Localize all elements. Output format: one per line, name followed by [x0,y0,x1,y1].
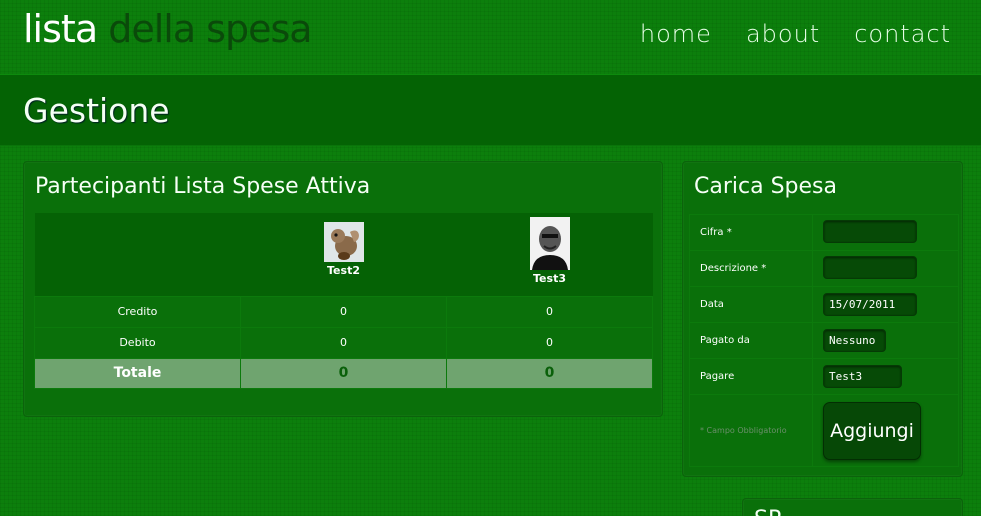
user-column-test2: Test2 [240,213,447,296]
user-name-test3: Test3 [533,272,566,285]
label-cifra: Cifra * [689,214,813,251]
nav-about[interactable]: about [746,20,820,48]
pagare-select[interactable]: Test3 [823,365,902,388]
page-title: Gestione [23,91,170,130]
form-row-cifra: Cifra * [689,214,959,251]
row-label-debito: Debito [34,326,241,359]
user-name-test2: Test2 [327,264,360,277]
label-data: Data [689,286,813,323]
main-nav: home about contact [640,20,951,48]
header-empty-cell [34,213,241,296]
total-row: Totale 0 0 [34,357,653,389]
table-header-row: Test2 Test3 [34,213,653,296]
debito-test3: 0 [446,326,653,359]
required-note: * Campo Obbligatorio [700,426,787,435]
logo[interactable]: lista della spesa [23,6,313,52]
user-column-test3: Test3 [446,213,653,296]
descrizione-input[interactable] [823,255,917,279]
nav-contact[interactable]: contact [854,20,951,48]
total-test3: 0 [446,357,653,389]
person-avatar-icon [529,217,570,270]
credito-test3: 0 [446,295,653,328]
squirrel-avatar-icon [323,222,364,262]
debito-test2: 0 [240,326,447,359]
logo-word-della-spesa: della spesa [108,7,312,51]
label-pagato-da: Pagato da [689,322,813,359]
credito-test2: 0 [240,295,447,328]
participants-panel: Partecipanti Lista Spese Attiva Test2 Te… [23,161,663,417]
label-descrizione: Descrizione * [689,250,813,287]
participants-title: Partecipanti Lista Spese Attiva [35,174,371,199]
expense-form-panel: Carica Spesa Cifra * Descrizione * Data … [682,161,963,477]
title-bar: Gestione [0,74,981,146]
aggiungi-button[interactable]: Aggiungi [823,401,921,460]
form-row-pagare: Pagare Test3 [689,358,959,395]
logo-word-lista: lista [23,7,98,51]
data-input[interactable]: 15/07/2011 [823,293,917,316]
expense-form: Cifra * Descrizione * Data 15/07/2011 Pa… [689,214,959,467]
form-row-submit: * Campo Obbligatorio Aggiungi [689,394,959,467]
form-row-descrizione: Descrizione * [689,250,959,287]
cifra-input[interactable] [823,219,917,243]
nav-home[interactable]: home [640,20,712,48]
form-row-data: Data 15/07/2011 [689,286,959,323]
total-label: Totale [34,357,241,389]
participants-table: Test2 Test3 Credito 0 0 Debito 0 0 Total… [34,213,653,389]
row-label-credito: Credito [34,295,241,328]
total-test2: 0 [240,357,447,389]
next-panel: SP... [742,498,963,516]
next-panel-title: SP... [754,507,799,516]
expense-form-title: Carica Spesa [694,174,837,199]
label-pagare: Pagare [689,358,813,395]
form-row-pagato-da: Pagato da Nessuno [689,322,959,359]
table-row: Credito 0 0 [34,295,653,328]
header: lista della spesa home about contact [0,0,981,74]
pagato-da-select[interactable]: Nessuno [823,329,886,352]
table-row: Debito 0 0 [34,326,653,359]
